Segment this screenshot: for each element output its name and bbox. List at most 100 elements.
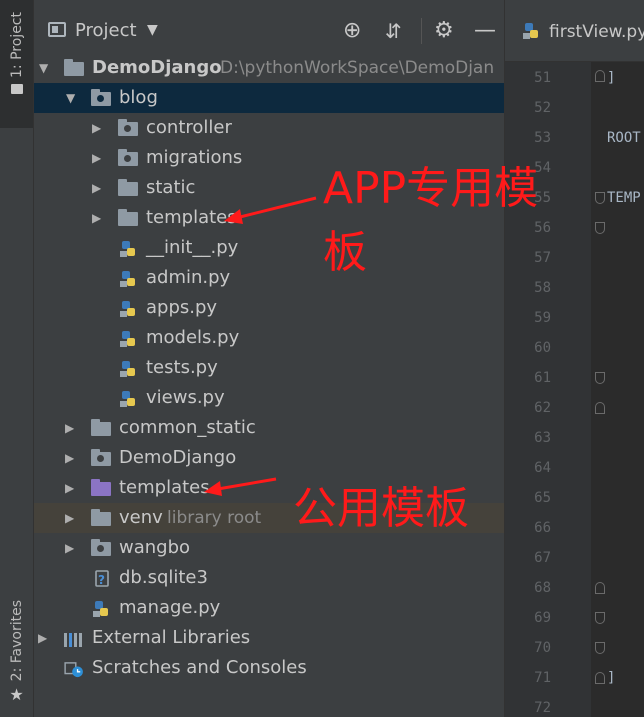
fold-marker-icon[interactable] [595, 192, 605, 204]
fold-marker-icon[interactable] [595, 402, 605, 414]
tree-item-init-py[interactable]: __init__.py [34, 233, 504, 263]
python-file-icon [523, 23, 538, 39]
library-root-hint: library root [167, 508, 262, 528]
expand-right-icon[interactable]: ▶ [92, 173, 101, 203]
tree-item-wangbo[interactable]: ▶ wangbo [34, 533, 504, 563]
tree-item-db-sqlite3[interactable]: ? db.sqlite3 [34, 563, 504, 593]
tree-item-blog[interactable]: ▼ blog [34, 83, 504, 113]
expand-right-icon[interactable]: ▶ [65, 503, 74, 533]
expand-right-icon[interactable]: ▶ [38, 623, 47, 653]
scratches-icon [64, 662, 83, 678]
tree-item-views-py[interactable]: views.py [34, 383, 504, 413]
tree-item-controller[interactable]: ▶ controller [34, 113, 504, 143]
folder-icon [64, 59, 84, 76]
editor-tab[interactable]: firstView.py [505, 0, 644, 62]
collapse-all-icon[interactable]: ⇵ [385, 17, 402, 45]
fold-marker-icon[interactable] [595, 672, 605, 684]
tree-item-tests-py[interactable]: tests.py [34, 353, 504, 383]
python-file-icon [120, 361, 135, 377]
tree-item-external-libraries[interactable]: ▶ External Libraries [34, 623, 504, 653]
tree-item-label: views.py [146, 387, 225, 408]
tree-item-manage-py[interactable]: manage.py [34, 593, 504, 623]
tree-item-demodjango-package[interactable]: ▶ DemoDjango [34, 443, 504, 473]
libraries-icon [64, 633, 82, 647]
line-number: 53 [534, 130, 551, 146]
code-line-71[interactable]: ] [607, 670, 615, 686]
tree-item-apps-py[interactable]: apps.py [34, 293, 504, 323]
line-number: 69 [534, 610, 551, 626]
line-number: 71 [534, 670, 551, 686]
package-folder-icon [118, 119, 138, 136]
tree-item-models-py[interactable]: models.py [34, 323, 504, 353]
annotation-public-templates: 公用模板 [293, 483, 469, 534]
project-view-selector[interactable]: Project [75, 20, 137, 41]
unknown-file-icon: ? [95, 570, 109, 587]
tree-item-label: DemoDjango [119, 447, 237, 468]
package-folder-icon [91, 449, 111, 466]
folder-icon [118, 209, 138, 226]
project-tool-tab[interactable]: 1: Project [0, 0, 33, 128]
fold-marker-icon[interactable] [595, 642, 605, 654]
tree-item-scratches[interactable]: Scratches and Consoles [34, 653, 504, 683]
package-folder-icon [118, 149, 138, 166]
tree-item-label: Scratches and Consoles [92, 657, 307, 678]
code-line-51[interactable]: ] [607, 70, 615, 86]
line-number: 57 [534, 250, 551, 266]
code-line-55[interactable]: TEMP [607, 190, 641, 206]
favorites-tool-tab[interactable]: 2: Favorites ★ [0, 600, 33, 717]
tree-item-admin-py[interactable]: admin.py [34, 263, 504, 293]
fold-marker-icon[interactable] [595, 222, 605, 234]
line-number: 61 [534, 370, 551, 386]
project-panel: Project ▼ ⊕ ⇵ ⚙ — ▼ DemoDjango D:\python… [34, 0, 504, 717]
svg-text:?: ? [98, 573, 105, 587]
chevron-down-icon[interactable]: ▼ [147, 22, 158, 38]
project-tab-icon [10, 83, 23, 94]
fold-marker-icon[interactable] [595, 372, 605, 384]
line-number: 51 [534, 70, 551, 86]
fold-marker-icon[interactable] [595, 582, 605, 594]
expand-down-icon[interactable]: ▼ [39, 53, 48, 83]
fold-marker-icon[interactable] [595, 70, 605, 82]
line-number: 59 [534, 310, 551, 326]
tree-item-label: tests.py [146, 357, 218, 378]
tree-item-label: static [146, 177, 196, 198]
annotation-app-templates-line2: 板 [323, 227, 367, 278]
project-view-icon [48, 22, 66, 37]
fold-marker-icon[interactable] [595, 612, 605, 624]
tool-window-strip: 1: Project 2: Favorites ★ [0, 0, 34, 717]
tree-item-label: templates [146, 207, 237, 228]
python-file-icon [120, 271, 135, 287]
expand-down-icon[interactable]: ▼ [66, 83, 75, 113]
code-editor: firstView.py 51 52 53 54 55 56 57 58 59 60 61 62 63 6… [504, 0, 644, 717]
line-number: 67 [534, 550, 551, 566]
tree-item-common-static[interactable]: ▶ common_static [34, 413, 504, 443]
expand-right-icon[interactable]: ▶ [92, 113, 101, 143]
gear-icon[interactable]: ⚙ [434, 17, 454, 45]
expand-right-icon[interactable]: ▶ [65, 473, 74, 503]
folder-icon [91, 419, 111, 436]
hide-panel-icon[interactable]: — [474, 17, 496, 45]
code-line-53[interactable]: ROOT [607, 130, 641, 146]
line-number: 65 [534, 490, 551, 506]
locate-target-icon[interactable]: ⊕ [343, 17, 361, 45]
line-number: 68 [534, 580, 551, 596]
expand-right-icon[interactable]: ▶ [92, 143, 101, 173]
tree-item-path: D:\pythonWorkSpace\DemoDjan [220, 58, 495, 78]
tree-item-label: models.py [146, 327, 240, 348]
tree-item-demodjango-root[interactable]: ▼ DemoDjango D:\pythonWorkSpace\DemoDjan [34, 53, 504, 83]
tree-item-label: DemoDjango [92, 57, 222, 78]
expand-right-icon[interactable]: ▶ [65, 443, 74, 473]
expand-right-icon[interactable]: ▶ [92, 203, 101, 233]
python-file-icon [120, 331, 135, 347]
tree-item-label: External Libraries [92, 627, 251, 648]
star-icon: ★ [9, 685, 24, 705]
package-folder-icon [91, 539, 111, 556]
line-number: 66 [534, 520, 551, 536]
project-tab-label: 1: Project [8, 12, 25, 78]
line-number: 63 [534, 430, 551, 446]
expand-right-icon[interactable]: ▶ [65, 413, 74, 443]
editor-tab-label: firstView.py [549, 22, 644, 42]
tree-item-label: __init__.py [146, 237, 239, 258]
python-file-icon [120, 241, 135, 257]
expand-right-icon[interactable]: ▶ [65, 533, 74, 563]
